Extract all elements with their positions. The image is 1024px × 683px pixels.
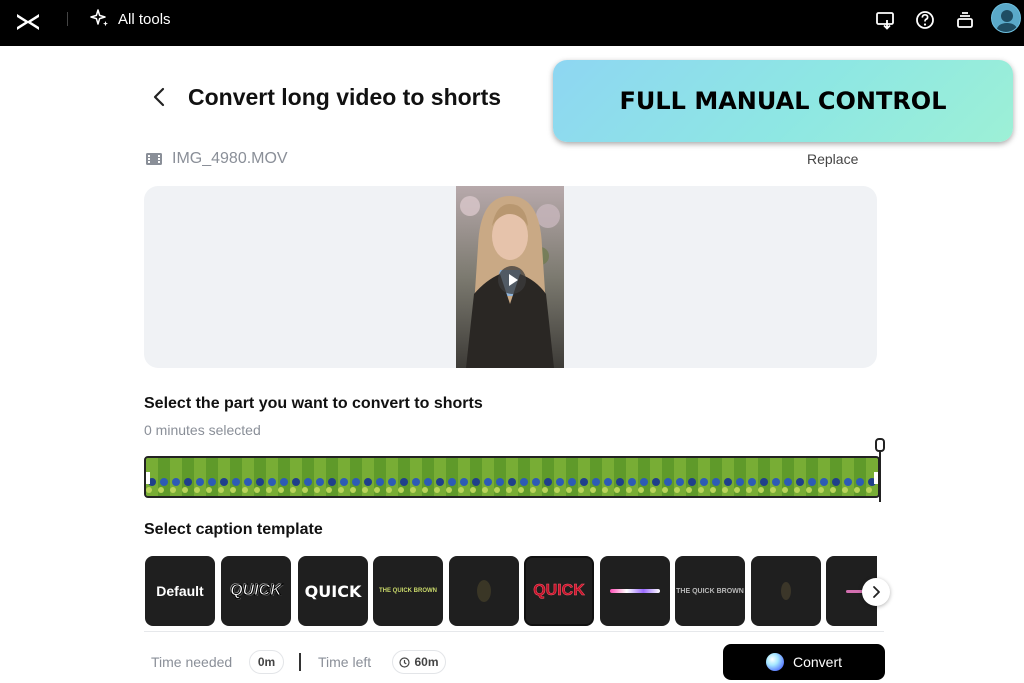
top-bar: All tools bbox=[0, 0, 1024, 46]
replace-button[interactable]: Replace bbox=[807, 151, 858, 167]
timeline-filmstrip bbox=[146, 458, 878, 496]
avatar[interactable] bbox=[991, 3, 1021, 33]
ai-orb-icon bbox=[765, 653, 784, 671]
time-needed-label: Time needed bbox=[151, 654, 233, 670]
footer-separator bbox=[299, 653, 301, 671]
section-label-caption-template: Select caption template bbox=[144, 521, 323, 538]
caption-template-quick-red[interactable]: QUICK bbox=[524, 556, 594, 626]
back-arrow-icon[interactable] bbox=[150, 86, 170, 108]
caption-template-quick-bold[interactable]: QUICK bbox=[298, 556, 368, 626]
clock-icon bbox=[399, 656, 411, 668]
time-needed-badge: 0m bbox=[249, 650, 284, 674]
file-info: IMG_4980.MOV bbox=[145, 150, 288, 168]
layers-icon[interactable] bbox=[954, 9, 976, 31]
sparkle-icon bbox=[90, 9, 108, 27]
convert-button[interactable]: Convert bbox=[723, 644, 885, 680]
section-label-select-part: Select the part you want to convert to s… bbox=[144, 395, 483, 412]
chevron-right-icon bbox=[873, 586, 880, 598]
caption-template-list: Default QUICK QUICK THE QUICK BROWN QUIC… bbox=[144, 556, 877, 626]
caption-template-quick-italic[interactable]: QUICK bbox=[221, 556, 291, 626]
templates-next-button[interactable] bbox=[862, 578, 890, 606]
banner-text: FULL MANUAL CONTROL bbox=[619, 87, 947, 115]
play-icon bbox=[509, 274, 518, 286]
play-button[interactable] bbox=[498, 266, 526, 294]
time-left-label: Time left bbox=[318, 654, 372, 670]
caption-template-colorful[interactable] bbox=[600, 556, 670, 626]
footer-divider bbox=[144, 631, 884, 632]
download-icon[interactable] bbox=[874, 9, 896, 31]
time-left-badge: 60m bbox=[392, 650, 446, 674]
caption-template-minimal[interactable] bbox=[751, 556, 821, 626]
user-icon bbox=[996, 10, 1018, 32]
all-tools-button[interactable]: All tools bbox=[90, 9, 171, 29]
caption-template-default[interactable]: Default bbox=[145, 556, 215, 626]
promo-banner: FULL MANUAL CONTROL bbox=[553, 60, 1013, 142]
minutes-selected: 0 minutes selected bbox=[144, 422, 261, 438]
video-preview bbox=[144, 186, 877, 368]
timeline-right-handle bbox=[874, 472, 878, 484]
timeline-left-handle bbox=[146, 472, 150, 484]
logo-icon[interactable] bbox=[14, 8, 42, 36]
caption-template-quick-brown-green[interactable]: THE QUICK BROWN bbox=[373, 556, 443, 626]
page-title: Convert long video to shorts bbox=[188, 84, 502, 110]
video-thumbnail[interactable] bbox=[456, 186, 564, 368]
help-icon[interactable] bbox=[914, 9, 936, 31]
video-timeline[interactable] bbox=[144, 456, 880, 498]
topbar-divider bbox=[67, 12, 68, 26]
file-name: IMG_4980.MOV bbox=[172, 150, 288, 167]
all-tools-label: All tools bbox=[118, 10, 171, 28]
film-icon bbox=[146, 153, 162, 165]
caption-template-quick-brown-gray[interactable]: THE QUICK BROWN bbox=[675, 556, 745, 626]
caption-template-dark[interactable] bbox=[449, 556, 519, 626]
convert-label: Convert bbox=[792, 654, 843, 670]
playhead-line[interactable] bbox=[879, 450, 881, 502]
